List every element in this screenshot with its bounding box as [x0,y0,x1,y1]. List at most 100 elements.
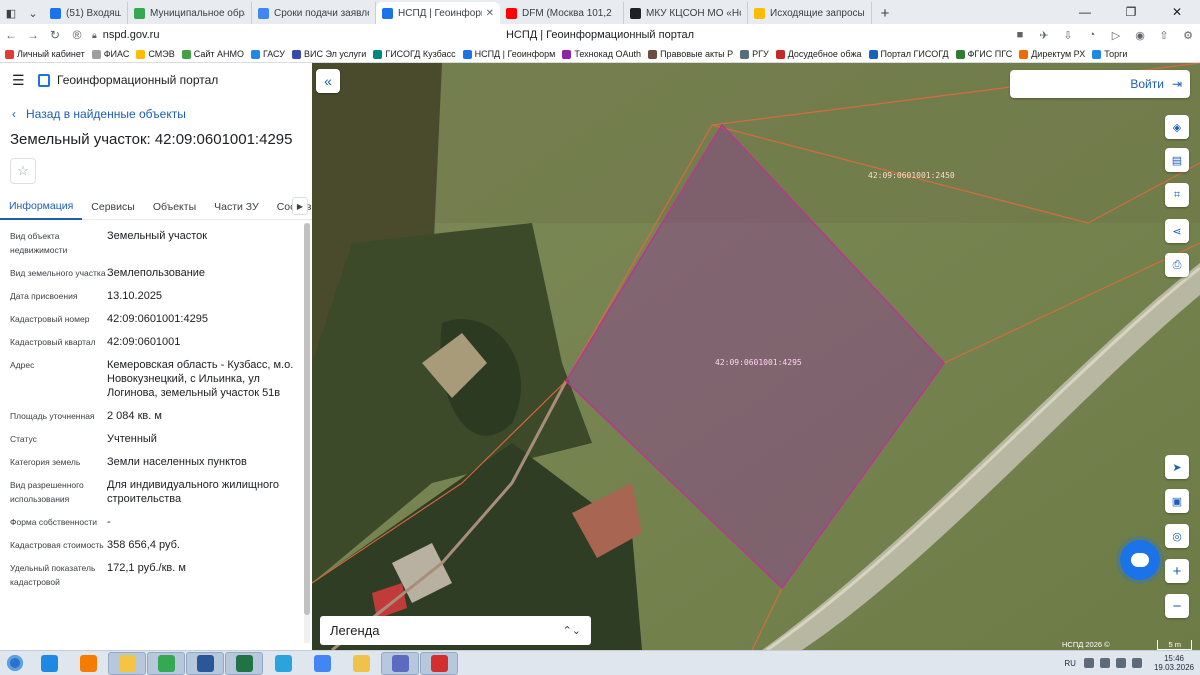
taskbar-app-app-blue[interactable] [381,651,419,675]
login-button[interactable]: Войти ⇥ [1010,70,1190,98]
volume-icon[interactable] [1115,658,1126,668]
bookmark-item[interactable]: Личный кабинет [5,49,85,59]
select-area-button[interactable]: ⌗ [1165,183,1189,207]
print-button[interactable]: ⎙ [1165,253,1189,277]
taskbar-app-telegram[interactable] [264,652,302,675]
panel-scrollbar[interactable] [304,223,310,643]
tab-search-icon[interactable]: ◧ [0,2,22,24]
browser-tab[interactable]: (51) Входящие - Почта M [44,2,128,24]
bookmark-item[interactable]: Торги [1092,49,1127,59]
panel-tab[interactable]: Информация [0,194,83,220]
maximize-icon[interactable]: ❐ [1108,0,1154,24]
minimap-button[interactable]: ▣ [1165,489,1189,513]
bookmark-label: ГИСОГД Кузбасс [385,49,456,59]
menu-icon[interactable]: ☰ [12,72,30,89]
bookmark-item[interactable]: ГИСОГД Кузбасс [373,49,456,59]
taskbar-app-explorer[interactable] [108,651,146,675]
browser-tab[interactable]: Сроки подачи заявлени [252,2,376,24]
collapse-panel-button[interactable]: « [316,69,340,93]
url-field[interactable]: 🔒︎ nspd.gov.ru [92,29,202,41]
bookmark-label: ФГИС ПГС [967,49,1013,59]
bookmark-favicon-icon [462,49,472,59]
taskbar-app-folder[interactable] [342,652,380,675]
share-nodes-icon: ⋖ [1172,225,1182,238]
favorite-star-icon[interactable]: ☆ [10,158,36,184]
zoom-in-button[interactable]: + [1165,559,1189,583]
profile-icon[interactable]: ◉ [1128,29,1152,42]
bookmark-item[interactable]: ВИС Эл услуги [291,49,366,59]
map-view[interactable]: 42:09:0601001:4295 42:09:0601001:2450 « … [312,63,1200,650]
telegram-icon [274,654,292,672]
taskbar-app-ie[interactable] [30,652,68,675]
bookmark-favicon-icon [5,49,14,59]
compass-button[interactable]: ◎ [1165,524,1189,548]
bookmark-item[interactable]: ФИАС [91,49,129,59]
zoom-out-button[interactable]: − [1165,594,1189,618]
scrollbar-thumb[interactable] [304,223,310,615]
browser-tab[interactable]: НСПД | Геоинформацио✕ [376,2,500,24]
taskbar-app-word[interactable] [186,651,224,675]
tabs-scroll-right-icon[interactable]: ▶ [292,197,308,215]
geolocate-button[interactable]: ➤ [1165,455,1189,479]
panel-tab[interactable]: Сервисы [82,194,144,220]
tray-arrow-icon[interactable] [1083,658,1094,668]
browser-tab[interactable]: Муниципальное образов [128,2,252,24]
share-button[interactable]: ⋖ [1165,219,1189,243]
tab-list-chevron-icon[interactable]: ⌄ [22,2,44,24]
bookmark-item[interactable]: ФГИС ПГС [955,49,1013,59]
protect-icon[interactable]: ◔ [1080,29,1104,41]
back-to-results-link[interactable]: ‹ Назад в найденные объекты [12,107,312,121]
bookmark-item[interactable]: Портал ГИСОГД [868,49,949,59]
clock[interactable]: 15:46 19.03.2026 [1154,654,1194,672]
taskbar-app-app-red[interactable] [420,651,458,675]
legend-dropdown[interactable]: Легенда ⌃⌄ [320,616,591,645]
close-window-icon[interactable]: ✕ [1154,0,1200,24]
forward-arrow-icon[interactable]: → [22,28,44,42]
browser-tab[interactable]: DFM (Москва 101,2 [500,2,624,24]
reload-icon[interactable]: ↻ [44,28,66,42]
bookmark-icon[interactable]: ■ [1008,29,1032,41]
back-arrow-icon[interactable]: ← [0,28,22,42]
layers-button[interactable]: ◈ [1165,115,1189,139]
property-value: - [107,516,111,528]
extensions-icon[interactable]: ✈ [1032,29,1056,42]
property-row: Кадастровый квартал 42:09:0601001 [10,335,298,349]
new-tab-plus-icon[interactable]: + [872,2,898,24]
start-button[interactable] [0,651,30,675]
property-value: 13.10.2025 [107,290,163,302]
bookmark-item[interactable]: ГАСУ [250,49,285,59]
language-indicator[interactable]: RU [1064,659,1076,668]
panel-tab[interactable]: Объекты [144,194,205,220]
measure-button[interactable]: ▤ [1165,148,1189,172]
flag-icon[interactable] [1131,658,1142,668]
tab-title: Сроки подачи заявлени [274,7,369,19]
chat-button[interactable] [1120,540,1160,580]
bookmark-item[interactable]: СМЭВ [136,49,175,59]
taskbar-app-excel[interactable] [225,651,263,675]
minimap-icon: ▣ [1171,495,1183,508]
word-icon [196,654,214,672]
taskbar-app-yandex[interactable] [303,652,341,675]
bookmark-item[interactable]: Досудебное обжа [775,49,862,59]
bookmark-item[interactable]: Директум РХ [1019,49,1085,59]
panel-tab[interactable]: Части ЗУ [205,194,268,220]
bookmark-item[interactable]: Сайт АНМО [181,49,244,59]
media-icon[interactable]: ▷ [1104,29,1128,42]
bookmark-item[interactable]: Технокад OAuth [562,49,641,59]
network-icon[interactable] [1099,658,1110,668]
minimize-icon[interactable]: — [1062,0,1108,24]
yandex-home-icon[interactable]: ® [66,28,88,42]
tab-close-icon[interactable]: ✕ [482,8,494,19]
browser-tab[interactable]: МКУ КЦСОН МО «Новок [624,2,748,24]
bookmark-favicon-icon [740,49,750,59]
taskbar-app-chrome[interactable] [147,651,185,675]
browser-tab[interactable]: Исходящие запросы [748,2,872,24]
downloads-icon[interactable]: ⇩ [1056,29,1080,42]
bookmark-item[interactable]: РГУ [740,49,769,59]
settings-icon[interactable]: ⚙ [1176,29,1200,42]
share-icon[interactable]: ⇧ [1152,29,1176,42]
tab-favicon-icon [50,7,61,19]
bookmark-item[interactable]: НСПД | Геоинформ [462,49,555,59]
taskbar-app-media[interactable] [69,652,107,675]
bookmark-item[interactable]: Правовые акты Р [648,49,733,59]
